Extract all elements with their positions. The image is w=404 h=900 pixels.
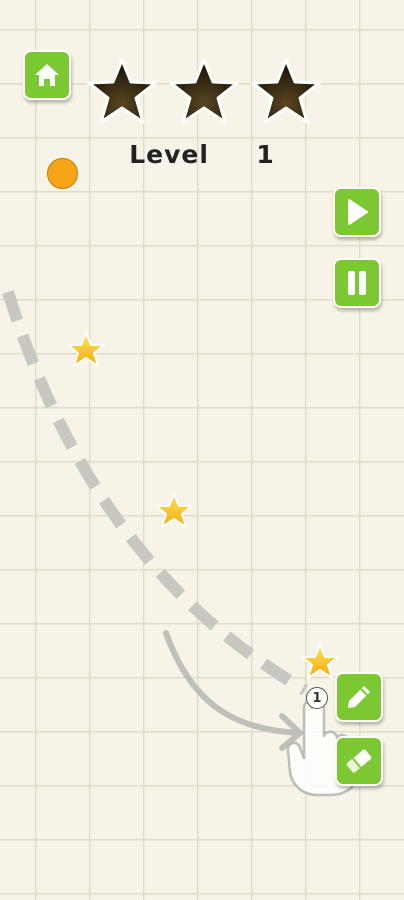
home-icon xyxy=(35,64,59,86)
collectible-star xyxy=(67,332,105,367)
play-icon xyxy=(348,199,368,225)
collectible-star xyxy=(301,644,339,679)
play-button[interactable] xyxy=(335,189,379,235)
pause-button[interactable] xyxy=(335,260,379,306)
home-button[interactable] xyxy=(25,52,69,98)
ball xyxy=(47,158,78,189)
pause-icon xyxy=(348,271,366,295)
empty-star-icon xyxy=(251,58,321,124)
eraser-icon xyxy=(346,749,372,773)
empty-star-icon xyxy=(169,58,239,124)
swipe-arrow-head xyxy=(279,713,303,751)
empty-star-icon xyxy=(87,58,157,124)
eraser-tool-button[interactable] xyxy=(337,738,381,784)
pencil-icon xyxy=(348,686,370,708)
level-star-rating xyxy=(86,56,326,128)
pencil-tool-button[interactable] xyxy=(337,674,381,720)
swipe-arrow-curve xyxy=(163,630,303,736)
tutorial-step-badge: 1 xyxy=(306,687,328,709)
collectible-star xyxy=(155,493,193,528)
